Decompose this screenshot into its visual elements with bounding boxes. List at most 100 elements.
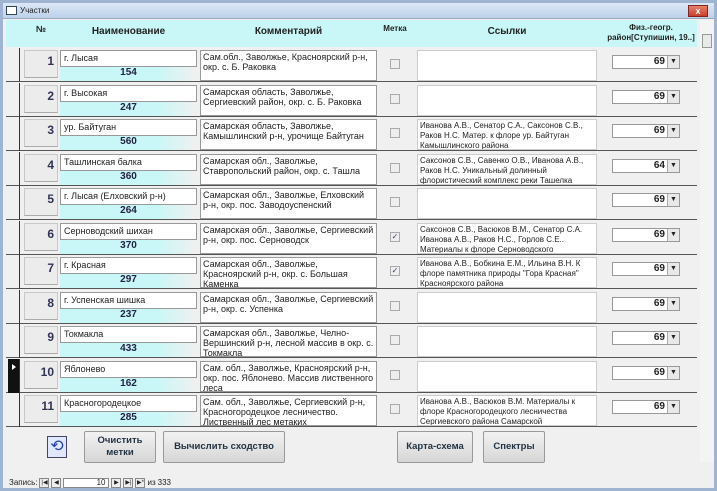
mark-checkbox[interactable] bbox=[390, 335, 400, 345]
mark-checkbox[interactable] bbox=[390, 300, 400, 311]
record-selector[interactable] bbox=[8, 151, 20, 186]
chevron-down-icon[interactable]: ▼ bbox=[667, 332, 679, 344]
header-comment: Комментарий bbox=[254, 26, 323, 37]
record-number-input[interactable]: 10 bbox=[63, 477, 110, 488]
map-scheme-button[interactable]: Карта-схема bbox=[397, 431, 473, 463]
comment-field[interactable]: Самарская обл., Заволжье, Красноярский р… bbox=[200, 257, 377, 288]
name-field[interactable]: г. Лысая bbox=[60, 50, 197, 67]
chevron-down-icon[interactable]: ▼ bbox=[667, 159, 679, 172]
name-field[interactable]: ур. Байтуган bbox=[60, 119, 197, 136]
table-row: 2 г. Высокая 247 Самарская область, Заво… bbox=[6, 82, 697, 117]
prev-record-button[interactable]: ◀ bbox=[51, 477, 62, 488]
record-selector[interactable] bbox=[8, 393, 20, 427]
comment-field[interactable]: Сам. обл., Заволжье, Сергиевский р-н, Кр… bbox=[200, 395, 377, 426]
region-combo[interactable]: 69 ▼ bbox=[612, 89, 680, 104]
mark-checkbox[interactable] bbox=[390, 369, 400, 380]
record-navigator: Запись: |◀ ◀ 10 ▶ ▶| ▶* из 333 bbox=[9, 477, 171, 488]
record-selector[interactable] bbox=[8, 117, 20, 151]
name-field[interactable]: г. Лысая (Елховский р-н) bbox=[60, 188, 197, 205]
region-combo[interactable]: 69 ▼ bbox=[612, 124, 680, 138]
chevron-down-icon[interactable]: ▼ bbox=[667, 263, 679, 275]
region-combo[interactable]: 69 ▼ bbox=[612, 365, 680, 380]
region-combo[interactable]: 69 ▼ bbox=[612, 331, 680, 345]
region-combo[interactable]: 69 ▼ bbox=[612, 296, 680, 311]
mark-checkbox[interactable] bbox=[390, 93, 400, 104]
region-combo[interactable]: 69 ▼ bbox=[612, 262, 680, 276]
code-value: 370 bbox=[60, 239, 197, 254]
comment-field[interactable]: Самарская обл., Заволжье, Елховский р-н,… bbox=[200, 188, 377, 219]
comment-field[interactable]: Самарская область, Заволжье, Сергиевский… bbox=[200, 84, 377, 116]
record-selector[interactable] bbox=[8, 48, 20, 82]
mark-checkbox[interactable] bbox=[390, 162, 400, 173]
mark-checkbox[interactable]: ✓ bbox=[390, 266, 400, 276]
chevron-down-icon[interactable]: ▼ bbox=[667, 125, 679, 137]
name-field[interactable]: Яблонево bbox=[60, 360, 197, 378]
next-record-button[interactable]: ▶ bbox=[111, 477, 122, 488]
region-combo[interactable]: 69 ▼ bbox=[612, 400, 680, 414]
comment-field[interactable]: Самарская обл., Заволжье, Челно-Вершинск… bbox=[200, 326, 377, 357]
chevron-down-icon[interactable]: ▼ bbox=[667, 228, 679, 241]
code-value: 154 bbox=[60, 67, 197, 81]
links-field[interactable] bbox=[417, 188, 597, 219]
links-field[interactable]: Иванова А.В., Бобкина Е.М., Ильина В.Н. … bbox=[417, 257, 597, 288]
record-selector[interactable] bbox=[8, 220, 20, 255]
name-field[interactable]: г. Успенская шишка bbox=[60, 291, 197, 309]
region-combo[interactable]: 69 ▼ bbox=[612, 193, 680, 207]
comment-field[interactable]: Сам.обл., Заволжье, Красноярский р-н, ок… bbox=[200, 50, 377, 81]
name-field[interactable]: Серноводский шихан bbox=[60, 222, 197, 240]
last-record-button[interactable]: ▶| bbox=[123, 477, 134, 488]
links-field[interactable] bbox=[417, 360, 597, 392]
refresh-icon[interactable]: ⟲ bbox=[47, 436, 67, 458]
mark-checkbox[interactable] bbox=[390, 128, 400, 138]
record-selector[interactable] bbox=[8, 358, 20, 393]
chevron-down-icon[interactable]: ▼ bbox=[667, 194, 679, 206]
chevron-down-icon[interactable]: ▼ bbox=[667, 56, 679, 68]
mark-checkbox[interactable]: ✓ bbox=[390, 231, 400, 242]
code-value: 264 bbox=[60, 205, 197, 219]
clear-marks-button[interactable]: Очистить метки bbox=[84, 431, 156, 463]
region-combo[interactable]: 69 ▼ bbox=[612, 227, 680, 242]
links-field[interactable]: Иванова А.В., Сенатор С.А., Саксонов С.В… bbox=[417, 119, 597, 150]
links-field[interactable] bbox=[417, 326, 597, 357]
links-field[interactable] bbox=[417, 50, 597, 81]
name-field[interactable]: Токмакла bbox=[60, 326, 197, 343]
scroll-thumb[interactable] bbox=[702, 34, 712, 48]
record-selector[interactable] bbox=[8, 186, 20, 220]
comment-field[interactable]: Сам. обл., Заволжье, Красноярский р-н, о… bbox=[200, 360, 377, 392]
table-row: 8 г. Успенская шишка 237 Самарская обл.,… bbox=[6, 289, 697, 324]
new-record-button[interactable]: ▶* bbox=[135, 477, 146, 488]
chevron-down-icon[interactable]: ▼ bbox=[667, 366, 679, 379]
vertical-scrollbar[interactable] bbox=[700, 20, 714, 462]
links-field[interactable]: Саксонов С.В., Савенко О.В., Иванова А.В… bbox=[417, 153, 597, 185]
row-number: 6 bbox=[24, 222, 58, 251]
region-combo[interactable]: 69 ▼ bbox=[612, 55, 680, 69]
close-button[interactable]: x bbox=[688, 5, 708, 17]
comment-field[interactable]: Самарская обл., Заволжье, Сергиевский р-… bbox=[200, 291, 377, 323]
name-field[interactable]: г. Красная bbox=[60, 257, 197, 274]
mark-checkbox[interactable] bbox=[390, 59, 400, 69]
chevron-down-icon[interactable]: ▼ bbox=[667, 90, 679, 103]
links-field[interactable]: Саксонов С.В., Васюков В.М., Сенатор С.А… bbox=[417, 222, 597, 254]
compute-similarity-button[interactable]: Вычислить сходство bbox=[163, 431, 285, 463]
form-window: Участки x № Наименование Комментарий Мет… bbox=[0, 0, 717, 491]
name-field[interactable]: г. Высокая bbox=[60, 84, 197, 102]
region-combo[interactable]: 64 ▼ bbox=[612, 158, 680, 173]
chevron-down-icon[interactable]: ▼ bbox=[667, 297, 679, 310]
spectra-button[interactable]: Спектры bbox=[483, 431, 545, 463]
first-record-button[interactable]: |◀ bbox=[39, 477, 50, 488]
comment-field[interactable]: Самарская область, Заволжье, Камышлински… bbox=[200, 119, 377, 150]
links-field[interactable] bbox=[417, 291, 597, 323]
comment-field[interactable]: Самарская обл., Заволжье, Сергиевский р-… bbox=[200, 222, 377, 254]
name-field[interactable]: Красногородецкое bbox=[60, 395, 197, 412]
comment-field[interactable]: Самарская обл., Заволжье, Ставропольский… bbox=[200, 153, 377, 185]
name-field[interactable]: Ташлинская балка bbox=[60, 153, 197, 171]
record-selector[interactable] bbox=[8, 255, 20, 289]
links-field[interactable] bbox=[417, 84, 597, 116]
record-selector[interactable] bbox=[8, 289, 20, 324]
chevron-down-icon[interactable]: ▼ bbox=[667, 401, 679, 413]
mark-checkbox[interactable] bbox=[390, 404, 400, 414]
record-selector[interactable] bbox=[8, 324, 20, 358]
mark-checkbox[interactable] bbox=[390, 197, 400, 207]
record-selector[interactable] bbox=[8, 82, 20, 117]
links-field[interactable]: Иванова А.В., Васюков В.М. Материалы к ф… bbox=[417, 395, 597, 426]
